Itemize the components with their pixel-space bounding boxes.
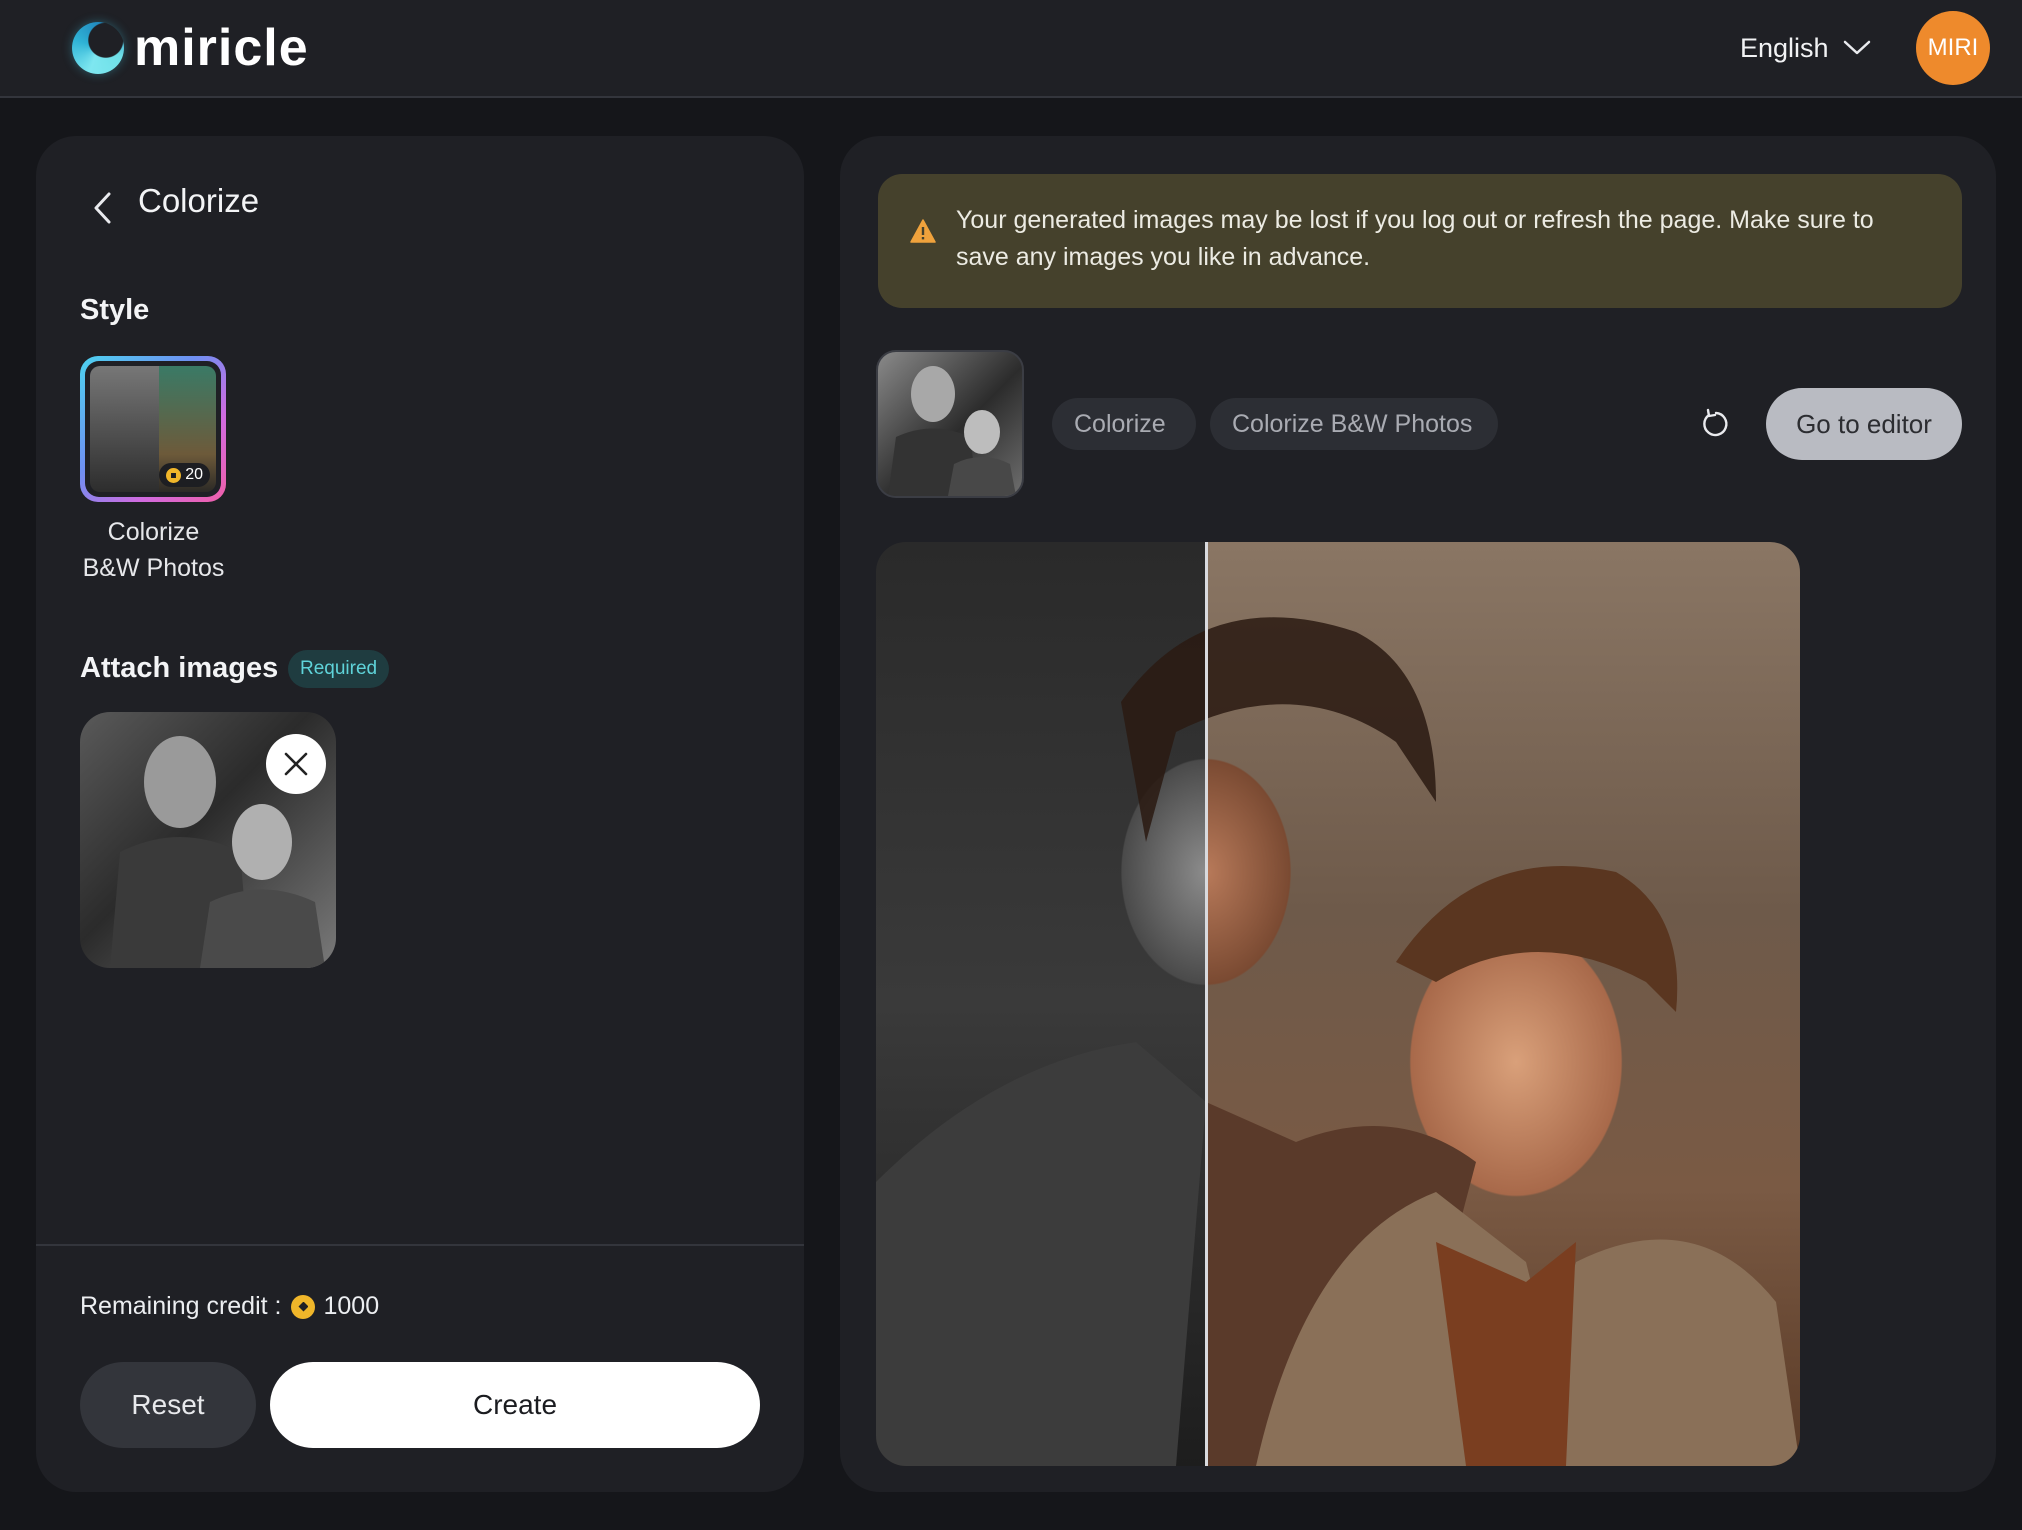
chevron-down-icon xyxy=(1843,40,1870,55)
style-option-caption: Colorize B&W Photos xyxy=(82,518,225,582)
create-button[interactable]: Create xyxy=(270,1362,760,1448)
panel-divider xyxy=(36,1244,804,1246)
result-panel: Your generated images may be lost if you… xyxy=(840,136,1996,1492)
remaining-credit-value: 1000 xyxy=(323,1292,380,1320)
credit-coin-icon xyxy=(166,467,182,483)
user-avatar[interactable]: MIRI xyxy=(1916,11,1990,85)
reset-button[interactable]: Reset xyxy=(80,1362,256,1448)
avatar-initials: MIRI xyxy=(1927,34,1979,61)
language-label: English xyxy=(1740,32,1829,63)
logo-mark-icon xyxy=(72,22,124,74)
tag-colorize: Colorize xyxy=(1052,398,1196,450)
tag-colorize-bw-photos: Colorize B&W Photos xyxy=(1210,398,1498,450)
credit-coin-icon xyxy=(291,1294,316,1319)
attached-image-thumbnail xyxy=(80,712,336,968)
style-thumbnail: 20 xyxy=(90,366,216,492)
warning-text: Your generated images may be lost if you… xyxy=(956,206,1874,271)
style-option-colorize-bw[interactable]: 20 xyxy=(80,356,226,502)
before-after-comparison[interactable] xyxy=(876,542,1800,1466)
remove-image-button[interactable] xyxy=(266,734,326,794)
result-history-thumbnail[interactable] xyxy=(876,350,1024,498)
go-to-editor-button[interactable]: Go to editor xyxy=(1766,388,1962,460)
refresh-icon xyxy=(1703,408,1728,437)
comparison-slider-handle[interactable] xyxy=(1205,542,1208,1466)
back-button[interactable] xyxy=(82,188,122,228)
warning-banner: Your generated images may be lost if you… xyxy=(878,174,1962,308)
language-selector[interactable]: English xyxy=(1740,28,1871,68)
app-name: miricle xyxy=(134,19,309,77)
portrait-illustration xyxy=(876,617,1800,1466)
top-bar: miricle English MIRI xyxy=(0,0,2022,98)
style-credit-cost: 20 xyxy=(159,463,210,487)
style-section-label: Style xyxy=(80,294,150,326)
warning-icon xyxy=(910,219,936,243)
regenerate-button[interactable] xyxy=(1694,402,1738,446)
attach-images-label: Attach images xyxy=(80,652,279,684)
panel-title: Colorize xyxy=(138,182,260,219)
required-badge: Required xyxy=(288,650,390,688)
chevron-left-icon xyxy=(94,192,111,224)
settings-panel: Colorize Style 20 Colorize B&W Photos At… xyxy=(36,136,804,1492)
remaining-credit-label: Remaining credit : xyxy=(80,1292,282,1320)
app-logo[interactable]: miricle xyxy=(72,20,309,76)
remaining-credit: Remaining credit : 1000 xyxy=(80,1292,379,1321)
close-icon xyxy=(284,752,308,776)
